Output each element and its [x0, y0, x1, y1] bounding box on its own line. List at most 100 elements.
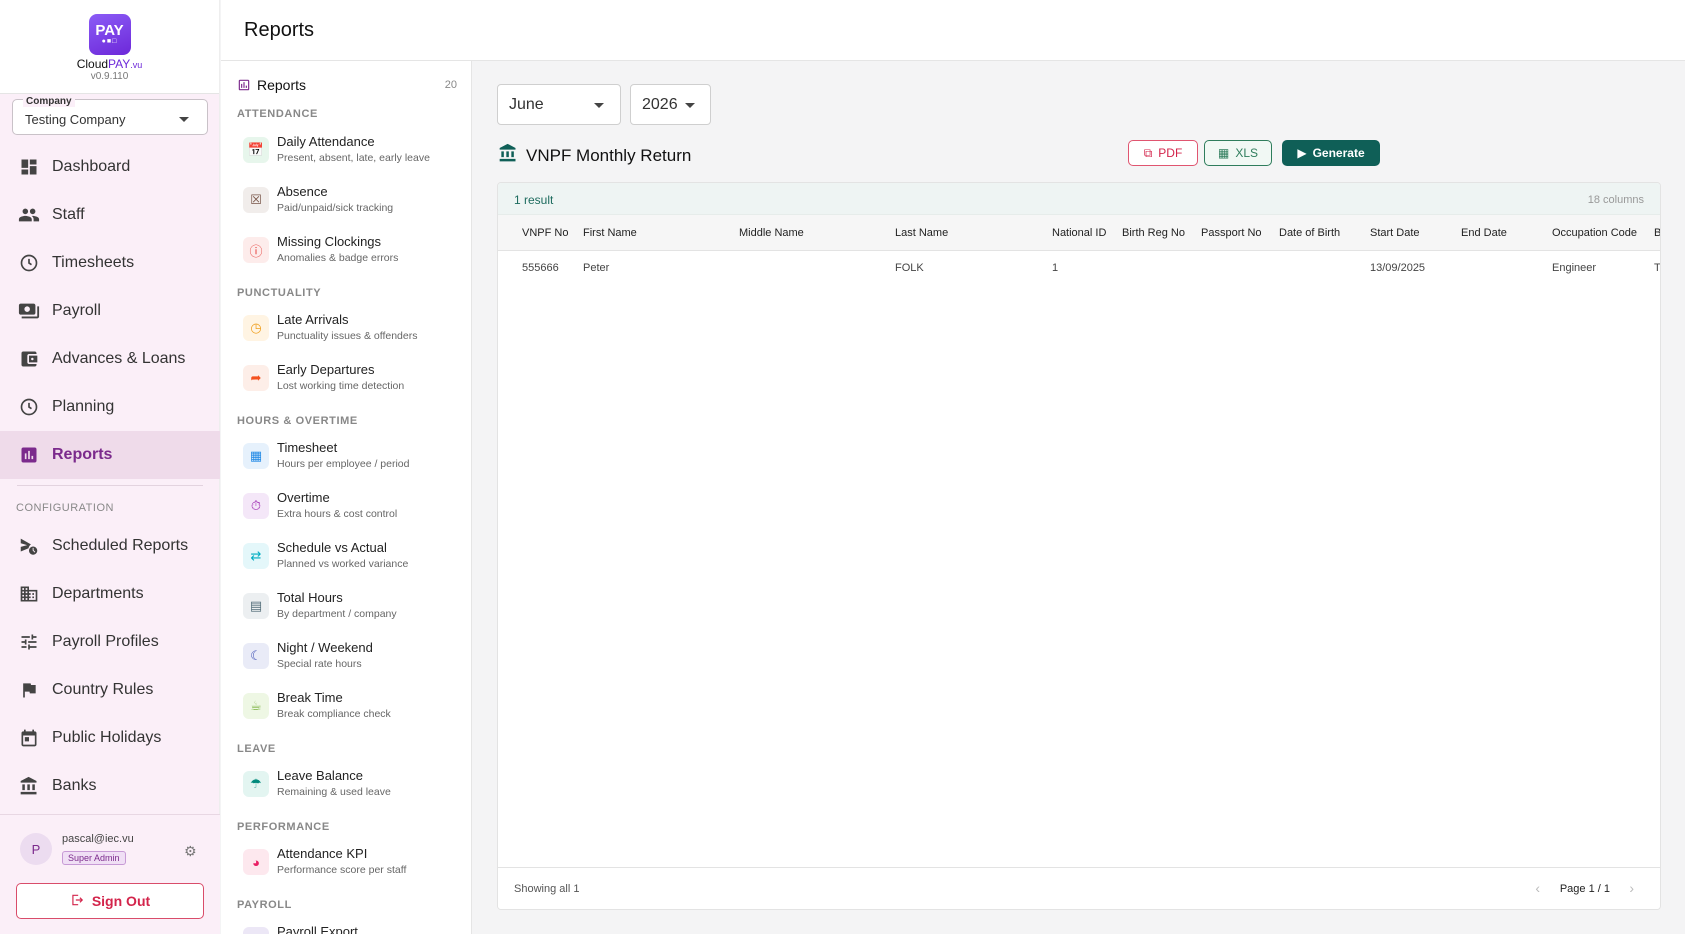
group-punctuality: PUNCTUALITY	[237, 287, 322, 299]
month-select[interactable]: June	[497, 84, 621, 125]
report-item-missing-clockings[interactable]: ⓘ Missing Clockings Anomalies & badge er…	[237, 231, 457, 275]
report-item-title: Schedule vs Actual	[277, 540, 387, 555]
column-header[interactable]: VNPF No	[522, 227, 568, 239]
nav-item-advances-loans[interactable]: Advances & Loans	[0, 335, 220, 383]
column-header[interactable]: Start Date	[1370, 227, 1420, 239]
nav-item-label: Staff	[52, 206, 85, 223]
xls-label: XLS	[1235, 146, 1259, 160]
table-cell: FOLK	[895, 262, 924, 274]
column-header[interactable]: National ID	[1052, 227, 1106, 239]
report-item-subtitle: Punctuality issues & offenders	[277, 330, 418, 342]
page-indicator: Page 1 / 1	[1559, 883, 1610, 895]
calendar-x-icon: ☒	[243, 187, 269, 213]
sliders-icon	[18, 631, 40, 653]
app-logo[interactable]: PAY ●■□	[88, 14, 131, 55]
gear-icon[interactable]: ⚙	[184, 843, 197, 860]
moon-icon: ☾	[243, 643, 269, 669]
report-item-overtime[interactable]: ⏱ Overtime Extra hours & cost control	[237, 487, 457, 531]
column-header[interactable]: Occupation Code	[1552, 227, 1637, 239]
group-payroll: PAYROLL	[237, 899, 292, 911]
sidebar: PAY ●■□ CloudPAY.vu v0.9.110 Company Tes…	[0, 0, 220, 934]
nav-item-label: Advances & Loans	[52, 350, 186, 367]
table-cell: 555666	[522, 262, 559, 274]
report-item-title: Early Departures	[277, 362, 375, 377]
nav-item-label: Public Holidays	[52, 729, 162, 746]
column-header[interactable]: End Date	[1461, 227, 1507, 239]
report-item-subtitle: Hours per employee / period	[277, 458, 410, 470]
clock-icon: ◷	[243, 315, 269, 341]
nav-item-label: Payroll	[52, 302, 101, 319]
report-item-daily-attendance[interactable]: 📅 Daily Attendance Present, absent, late…	[237, 131, 457, 175]
brand-name: CloudPAY.vu	[76, 57, 143, 71]
bank-icon	[18, 775, 40, 797]
chevron-left-icon[interactable]: ‹	[1535, 880, 1540, 896]
nav-item-staff[interactable]: Staff	[0, 191, 220, 239]
chevron-right-icon[interactable]: ›	[1629, 880, 1634, 896]
report-item-title: Overtime	[277, 490, 330, 505]
nav-item-scheduled-reports[interactable]: Scheduled Reports	[0, 522, 220, 570]
column-header[interactable]: B	[1654, 227, 1660, 239]
report-item-payroll-export[interactable]: ⇧ Payroll Export	[237, 921, 457, 934]
pdf-label: PDF	[1158, 146, 1183, 160]
nav-item-dashboard[interactable]: Dashboard	[0, 143, 220, 191]
nav-item-label: Payroll Profiles	[52, 633, 159, 650]
report-item-night-weekend[interactable]: ☾ Night / Weekend Special rate hours	[237, 637, 457, 681]
report-item-leave-balance[interactable]: ☂ Leave Balance Remaining & used leave	[237, 765, 457, 809]
column-header[interactable]: Date of Birth	[1279, 227, 1340, 239]
column-header[interactable]: Birth Reg No	[1122, 227, 1185, 239]
year-select[interactable]: 2026	[630, 84, 711, 125]
column-header[interactable]: First Name	[583, 227, 637, 239]
clock-icon	[18, 252, 40, 274]
nav-item-public-holidays[interactable]: Public Holidays	[0, 714, 220, 762]
chevron-down-icon	[594, 103, 604, 108]
export-xls-button[interactable]: ▦ XLS	[1204, 140, 1272, 166]
bank-icon	[498, 143, 518, 168]
running-icon: ➦	[243, 365, 269, 391]
table-row[interactable]: 555666 Peter FOLK 1 13/09/2025 Engineer …	[498, 251, 1660, 285]
nav-item-departments[interactable]: Departments	[0, 570, 220, 618]
spreadsheet-icon: ▦	[1217, 146, 1230, 160]
group-leave: LEAVE	[237, 743, 276, 755]
generate-button[interactable]: ▶ Generate	[1282, 140, 1380, 166]
report-item-title: Daily Attendance	[277, 134, 375, 149]
top-bar: Reports	[221, 0, 1685, 61]
report-title: VNPF Monthly Return	[526, 145, 692, 165]
nav-item-banks[interactable]: Banks	[0, 762, 220, 810]
company-select[interactable]: Company Testing Company	[12, 96, 208, 135]
nav-item-label: Country Rules	[52, 681, 154, 698]
report-item-break-time[interactable]: ☕ Break Time Break compliance check	[237, 687, 457, 731]
brand: PAY ●■□ CloudPAY.vu v0.9.110	[0, 0, 219, 94]
nav-item-payroll-profiles[interactable]: Payroll Profiles	[0, 618, 220, 666]
column-header[interactable]: Passport No	[1201, 227, 1262, 239]
report-item-title: Total Hours	[277, 590, 343, 605]
report-item-title: Break Time	[277, 690, 343, 705]
report-item-early-departures[interactable]: ➦ Early Departures Lost working time det…	[237, 359, 457, 403]
calendar-icon	[18, 727, 40, 749]
report-item-total-hours[interactable]: ▤ Total Hours By department / company	[237, 587, 457, 631]
pdf-icon: ⧉	[1143, 145, 1153, 160]
report-item-schedule-vs-actual[interactable]: ⇄ Schedule vs Actual Planned vs worked v…	[237, 537, 457, 581]
report-item-title: Late Arrivals	[277, 312, 349, 327]
report-list-icon	[237, 78, 251, 92]
report-item-absence[interactable]: ☒ Absence Paid/unpaid/sick tracking	[237, 181, 457, 225]
sign-out-button[interactable]: Sign Out	[16, 883, 204, 919]
page-title: Reports	[244, 19, 315, 41]
nav-item-payroll[interactable]: Payroll	[0, 287, 220, 335]
table-footer: Showing all 1 ‹ Page 1 / 1 ›	[498, 867, 1660, 909]
column-header[interactable]: Middle Name	[739, 227, 804, 239]
report-item-attendance-kpi[interactable]: ◕ Attendance KPI Performance score per s…	[237, 843, 457, 887]
report-item-subtitle: Performance score per staff	[277, 864, 407, 876]
report-item-timesheet[interactable]: ▦ Timesheet Hours per employee / period	[237, 437, 457, 481]
report-item-late-arrivals[interactable]: ◷ Late Arrivals Punctuality issues & off…	[237, 309, 457, 353]
nav-item-country-rules[interactable]: Country Rules	[0, 666, 220, 714]
column-header[interactable]: Last Name	[895, 227, 948, 239]
nav-item-reports[interactable]: Reports	[0, 431, 220, 479]
speedometer-icon: ◕	[243, 849, 269, 875]
calendar-check-icon: 📅	[243, 137, 269, 163]
export-pdf-button[interactable]: ⧉ PDF	[1128, 140, 1198, 166]
export-icon: ⇧	[243, 927, 269, 934]
nav-item-planning[interactable]: Planning	[0, 383, 220, 431]
report-item-title: Payroll Export	[277, 924, 358, 934]
nav-item-timesheets[interactable]: Timesheets	[0, 239, 220, 287]
nav-item-label: Timesheets	[52, 254, 135, 271]
